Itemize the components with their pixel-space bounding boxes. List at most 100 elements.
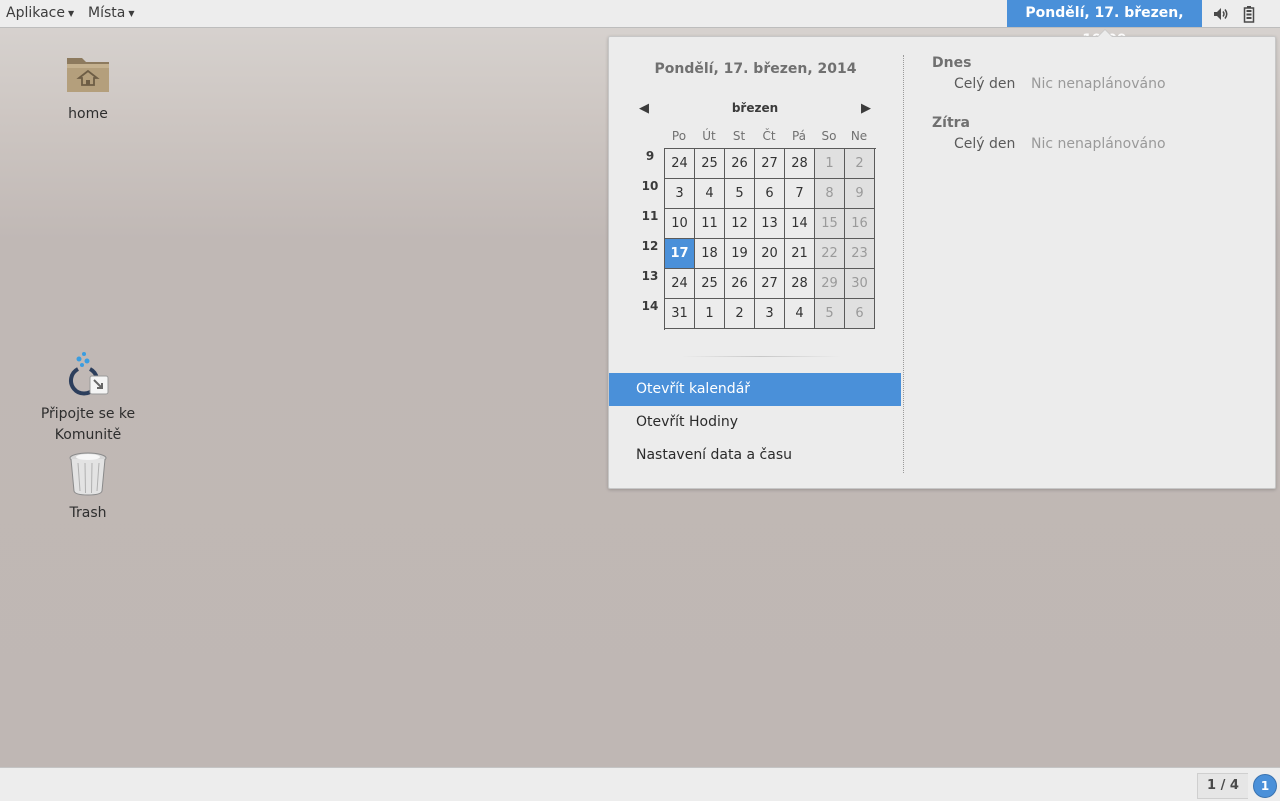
calendar-day[interactable]: 20 bbox=[755, 239, 785, 269]
events-today-heading: Dnes bbox=[932, 55, 972, 71]
calendar-day[interactable]: 19 bbox=[725, 239, 755, 269]
calendar-day[interactable]: 28 bbox=[785, 269, 815, 299]
datetime-settings-label: Nastavení data a času bbox=[636, 447, 792, 463]
workspace-switcher[interactable]: 1 / 4 bbox=[1197, 773, 1248, 799]
month-label: březen bbox=[731, 101, 779, 115]
weekday-label: Ne bbox=[850, 129, 868, 143]
volume-icon[interactable] bbox=[1212, 5, 1230, 23]
calendar-day[interactable]: 15 bbox=[815, 209, 845, 239]
calendar-day[interactable]: 24 bbox=[665, 149, 695, 179]
calendar-grid: 24 25 26 27 28 1 2 3 4 5 6 7 8 9 10 11 12 13 14 15 16 17 18 19 2… bbox=[664, 148, 876, 330]
desktop-icon-home[interactable]: home bbox=[28, 50, 148, 125]
events-tomorrow-time: Celý den bbox=[954, 136, 1016, 152]
events-today-time: Celý den bbox=[954, 76, 1016, 92]
calendar-day[interactable]: 12 bbox=[725, 209, 755, 239]
places-menu[interactable]: Místa ▼ bbox=[88, 0, 135, 27]
chevron-down-icon: ▼ bbox=[128, 9, 135, 18]
calendar-day[interactable]: 3 bbox=[755, 299, 785, 329]
calendar-day[interactable]: 18 bbox=[695, 239, 725, 269]
events-tomorrow-heading: Zítra bbox=[932, 115, 970, 131]
datetime-settings-button[interactable]: Nastavení data a času bbox=[609, 439, 901, 472]
prev-month-button[interactable]: ◀ bbox=[639, 101, 649, 116]
calendar-day[interactable]: 9 bbox=[845, 179, 875, 209]
week-number: 11 bbox=[641, 209, 659, 223]
notification-badge[interactable]: 1 bbox=[1253, 774, 1277, 798]
calendar-day[interactable]: 14 bbox=[785, 209, 815, 239]
calendar-day[interactable]: 16 bbox=[845, 209, 875, 239]
workspace-label: 1 / 4 bbox=[1207, 778, 1239, 793]
calendar-day[interactable]: 4 bbox=[785, 299, 815, 329]
weekday-label: Čt bbox=[762, 129, 776, 143]
open-calendar-button[interactable]: Otevřít kalendář bbox=[609, 373, 901, 406]
weekday-label: St bbox=[732, 129, 746, 143]
desktop-icon-label-line2: Komunitě bbox=[54, 427, 122, 443]
triangle-left-icon: ◀ bbox=[639, 101, 649, 116]
weekday-label: Út bbox=[702, 129, 716, 143]
calendar-day[interactable]: 24 bbox=[665, 269, 695, 299]
week-number: 9 bbox=[645, 149, 655, 163]
calendar-day[interactable]: 28 bbox=[785, 149, 815, 179]
triangle-right-icon: ▶ bbox=[861, 101, 871, 116]
calendar-day[interactable]: 7 bbox=[785, 179, 815, 209]
calendar-day[interactable]: 31 bbox=[665, 299, 695, 329]
events-tomorrow-text: Nic nenaplánováno bbox=[1031, 136, 1166, 152]
calendar-day[interactable]: 4 bbox=[695, 179, 725, 209]
open-calendar-label: Otevřít kalendář bbox=[636, 381, 751, 397]
community-link-icon bbox=[69, 352, 109, 396]
calendar-day-today[interactable]: 17 bbox=[665, 239, 695, 269]
calendar-day[interactable]: 26 bbox=[725, 269, 755, 299]
calendar-day[interactable]: 6 bbox=[755, 179, 785, 209]
calendar-day[interactable]: 2 bbox=[725, 299, 755, 329]
divider bbox=[681, 356, 841, 357]
top-panel: Aplikace▼ Místa▼ Pondělí, 17. březen, 19… bbox=[0, 0, 1280, 48]
weekday-label: Pá bbox=[791, 129, 807, 143]
calendar-day[interactable]: 23 bbox=[845, 239, 875, 269]
desktop-icon-label-line1: Připojte se ke bbox=[40, 406, 136, 422]
places-menu-label: Místa bbox=[88, 5, 126, 21]
calendar-day[interactable]: 5 bbox=[815, 299, 845, 329]
desktop-icon-label: home bbox=[68, 106, 108, 122]
clock-button[interactable]: Pondělí, 17. březen, 19:09 bbox=[1007, 0, 1202, 48]
open-clocks-button[interactable]: Otevřít Hodiny bbox=[609, 406, 901, 439]
calendar-day[interactable]: 26 bbox=[725, 149, 755, 179]
calendar-day[interactable]: 5 bbox=[725, 179, 755, 209]
calendar-day[interactable]: 13 bbox=[755, 209, 785, 239]
chevron-down-icon: ▼ bbox=[68, 9, 75, 18]
calendar-day[interactable]: 25 bbox=[695, 149, 725, 179]
week-number: 12 bbox=[641, 239, 659, 253]
applications-menu[interactable]: Aplikace ▼ bbox=[6, 0, 74, 27]
calendar-day[interactable]: 29 bbox=[815, 269, 845, 299]
popup-pointer-inner bbox=[1098, 30, 1112, 37]
calendar-day[interactable]: 8 bbox=[815, 179, 845, 209]
calendar-day[interactable]: 3 bbox=[665, 179, 695, 209]
calendar-date-heading: Pondělí, 17. březen, 2014 bbox=[654, 61, 857, 77]
next-month-button[interactable]: ▶ bbox=[861, 101, 871, 116]
weekday-label: Po bbox=[671, 129, 687, 143]
week-number: 14 bbox=[641, 299, 659, 313]
calendar-day[interactable]: 21 bbox=[785, 239, 815, 269]
trash-icon bbox=[69, 452, 107, 496]
calendar-day[interactable]: 6 bbox=[845, 299, 875, 329]
bottom-panel: 1 / 4 1 bbox=[0, 767, 1280, 801]
calendar-day[interactable]: 2 bbox=[845, 149, 875, 179]
calendar-day[interactable]: 11 bbox=[695, 209, 725, 239]
calendar-day[interactable]: 10 bbox=[665, 209, 695, 239]
desktop-icon-community[interactable]: Připojte se ke Komunitě bbox=[28, 350, 148, 446]
calendar-day[interactable]: 22 bbox=[815, 239, 845, 269]
battery-icon[interactable] bbox=[1240, 5, 1258, 23]
notification-count: 1 bbox=[1260, 779, 1270, 793]
calendar-day[interactable]: 1 bbox=[695, 299, 725, 329]
desktop-icon-label: Připojte se ke Komunitě bbox=[28, 404, 148, 446]
calendar-day[interactable]: 25 bbox=[695, 269, 725, 299]
applications-menu-label: Aplikace bbox=[6, 5, 65, 21]
open-clocks-label: Otevřít Hodiny bbox=[636, 414, 739, 430]
calendar-day[interactable]: 27 bbox=[755, 149, 785, 179]
vertical-divider bbox=[903, 55, 904, 473]
week-number: 10 bbox=[641, 179, 659, 193]
calendar-day[interactable]: 27 bbox=[755, 269, 785, 299]
events-today-text: Nic nenaplánováno bbox=[1031, 76, 1166, 92]
desktop-icon-trash[interactable]: Trash bbox=[28, 449, 148, 524]
calendar-day[interactable]: 30 bbox=[845, 269, 875, 299]
week-number: 13 bbox=[641, 269, 659, 283]
calendar-day[interactable]: 1 bbox=[815, 149, 845, 179]
